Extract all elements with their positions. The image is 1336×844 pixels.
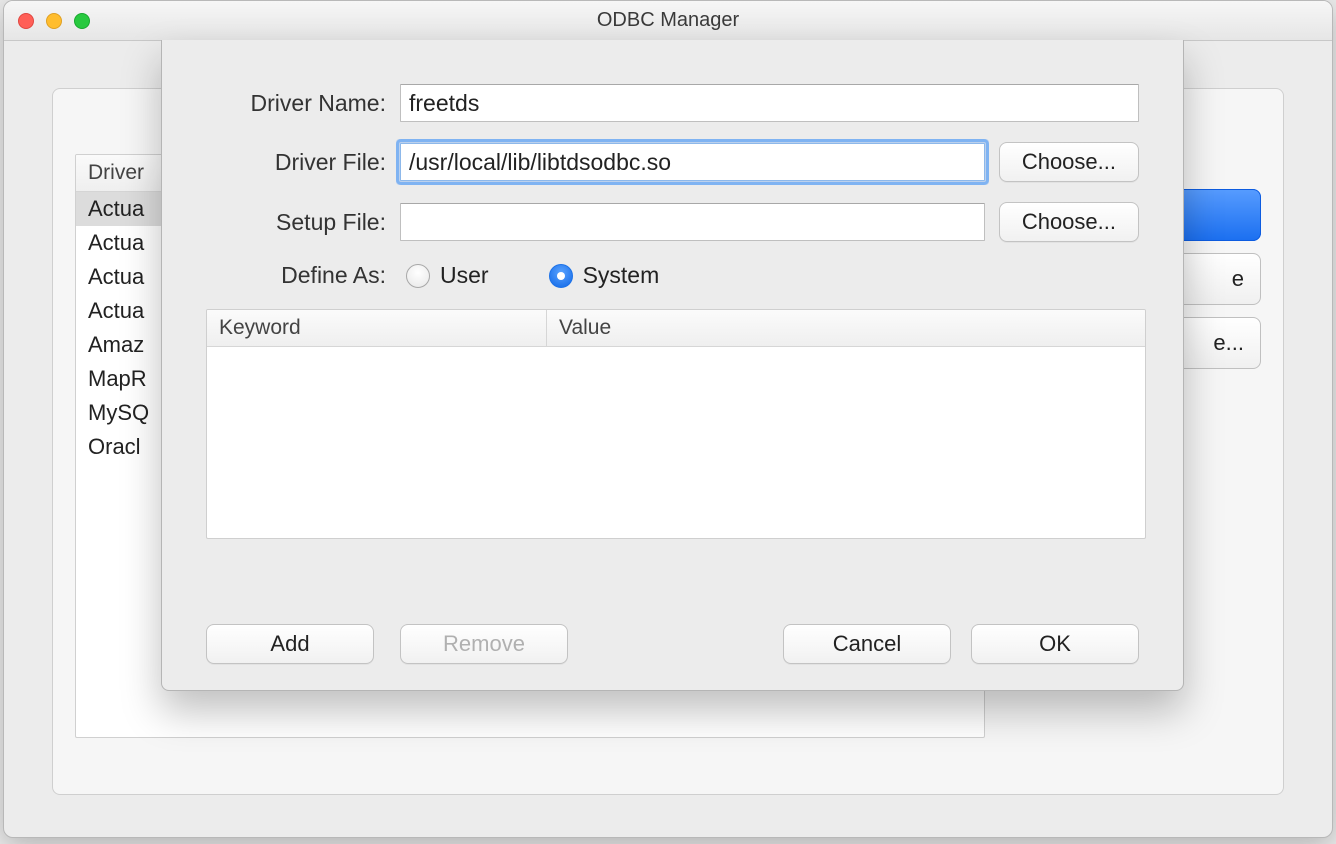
radio-icon xyxy=(549,264,573,288)
ok-button[interactable]: OK xyxy=(971,624,1139,664)
define-as-system-radio[interactable]: System xyxy=(549,262,660,289)
remove-button: Remove xyxy=(400,624,568,664)
setup-file-label: Setup File: xyxy=(206,209,386,236)
setup-file-input[interactable] xyxy=(400,203,985,241)
driver-file-label: Driver File: xyxy=(206,149,386,176)
add-button[interactable]: Add xyxy=(206,624,374,664)
odbc-manager-window: ODBC Manager Driver ActuaActuaActuaActua… xyxy=(3,0,1333,838)
define-as-row: Define As: User System xyxy=(206,262,1139,289)
kv-keyword-header: Keyword xyxy=(207,310,547,346)
window-titlebar: ODBC Manager xyxy=(4,1,1332,41)
kv-table-header: Keyword Value xyxy=(207,310,1145,347)
sheet-button-row: Add Remove Cancel OK xyxy=(206,624,1139,664)
radio-icon xyxy=(406,264,430,288)
radio-user-label: User xyxy=(440,262,489,289)
radio-system-label: System xyxy=(583,262,660,289)
driver-name-row: Driver Name: xyxy=(206,84,1139,122)
driver-name-label: Driver Name: xyxy=(206,90,386,117)
window-title: ODBC Manager xyxy=(4,9,1332,32)
driver-config-sheet: Driver Name: Driver File: Choose... Setu… xyxy=(161,40,1184,691)
keyword-value-table[interactable]: Keyword Value xyxy=(206,309,1146,539)
define-as-user-radio[interactable]: User xyxy=(406,262,489,289)
kv-value-header: Value xyxy=(547,310,1145,346)
driver-file-input[interactable] xyxy=(400,143,985,181)
define-as-label: Define As: xyxy=(206,262,386,289)
setup-file-row: Setup File: Choose... xyxy=(206,202,1139,242)
driver-name-input[interactable] xyxy=(400,84,1139,122)
driver-file-row: Driver File: Choose... xyxy=(206,142,1139,182)
choose-driver-file-button[interactable]: Choose... xyxy=(999,142,1139,182)
cancel-button[interactable]: Cancel xyxy=(783,624,951,664)
choose-setup-file-button[interactable]: Choose... xyxy=(999,202,1139,242)
